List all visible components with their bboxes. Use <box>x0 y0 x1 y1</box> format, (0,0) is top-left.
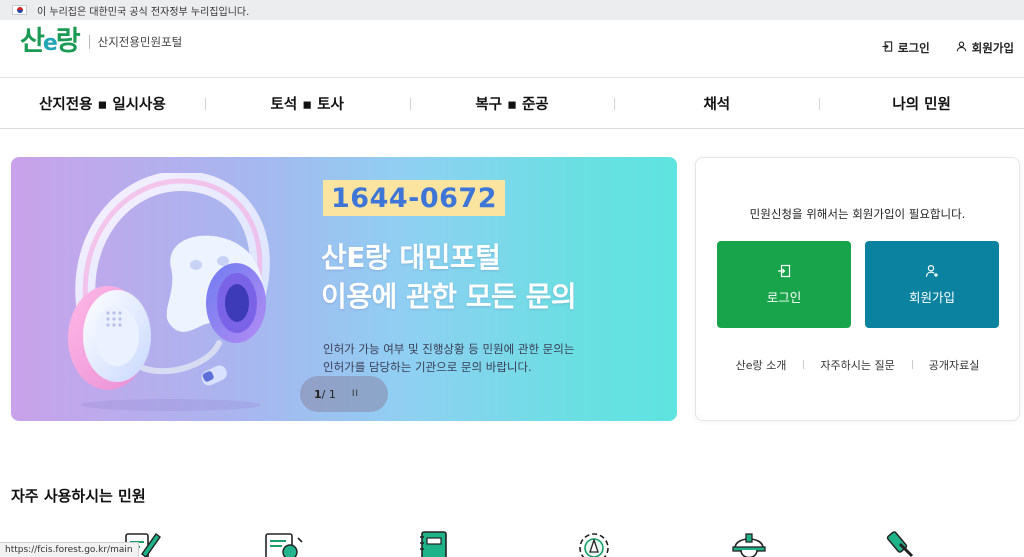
nav-item-quarrying[interactable]: 채석 <box>614 79 819 128</box>
nav-item-forest-conversion[interactable]: 산지전용 ▪ 일시사용 <box>0 79 205 128</box>
status-bar-url: https://fcis.forest.go.kr/main <box>0 542 139 557</box>
login-card: 민원신청을 위해서는 회원가입이 필요합니다. 로그인 회원가입 산e랑 소개 … <box>695 157 1020 421</box>
nav-item-soil-stone[interactable]: 토석 ▪ 토사 <box>204 79 410 128</box>
logo-divider <box>88 34 90 49</box>
add-user-icon <box>925 264 939 281</box>
gov-banner: 이 누리집은 대한민국 공식 전자정부 누리집입니다. <box>0 0 1024 20</box>
hero-desc-line-2: 인허가를 담당하는 기관으로 문의 바랍니다. <box>323 359 532 374</box>
gear-pen-icon[interactable] <box>572 528 616 557</box>
hero-phone-number: 1644-0672 <box>323 180 505 217</box>
header-login-link[interactable]: 로그인 <box>882 40 930 56</box>
nav-item-my-petitions[interactable]: 나의 민원 <box>819 79 1024 128</box>
pause-icon[interactable]: I I <box>352 389 358 399</box>
link-about[interactable]: 산e랑 소개 <box>719 357 804 373</box>
site-header: 산e랑 산지전용민원포털 로그인 회원가입 <box>0 20 1024 78</box>
pager-current: 1 <box>314 387 322 401</box>
utility-menu: 로그인 회원가입 <box>882 40 1014 56</box>
notebook-icon[interactable] <box>416 528 460 557</box>
signup-notice: 민원신청을 위해서는 회원가입이 필요합니다. <box>749 207 966 221</box>
carousel-controls: 1/ 1 I I <box>300 376 388 412</box>
hero-desc-line-1: 인허가 가능 여부 및 진행상황 등 민원에 관한 문의는 <box>323 342 575 356</box>
nav-item-restoration[interactable]: 복구 ▪ 준공 <box>409 79 615 128</box>
login-icon <box>777 264 791 281</box>
gavel-icon[interactable] <box>878 528 922 557</box>
headset-icon <box>68 173 270 411</box>
user-icon <box>956 41 967 55</box>
hero-title-line-1: 산E랑 대민포털 <box>321 241 501 274</box>
hero-description: 인허가 가능 여부 및 진행상황 등 민원에 관한 문의는 인허가를 담당하는 … <box>323 341 574 377</box>
card-quick-links: 산e랑 소개 자주하시는 질문 공개자료실 <box>696 357 1019 373</box>
carousel-pager: 1/ 1 <box>314 388 336 401</box>
join-button-label: 회원가입 <box>908 289 955 305</box>
login-icon <box>882 41 893 55</box>
korea-flag-icon <box>12 5 27 15</box>
logo-subtitle: 산지전용민원포털 <box>97 34 183 49</box>
gov-banner-text: 이 누리집은 대한민국 공식 전자정부 누리집입니다. <box>37 6 250 18</box>
login-button[interactable]: 로그인 <box>717 241 851 328</box>
header-join-link[interactable]: 회원가입 <box>956 40 1014 56</box>
site-logo[interactable]: 산e랑 산지전용민원포털 <box>20 28 182 55</box>
header-join-label: 회원가입 <box>971 41 1014 55</box>
frequent-section-title: 자주 사용하시는 민원 <box>11 487 146 505</box>
worker-helmet-icon[interactable] <box>727 528 771 557</box>
link-public-archive[interactable]: 공개자료실 <box>911 357 997 373</box>
header-login-label: 로그인 <box>897 41 930 55</box>
login-button-label: 로그인 <box>766 289 802 305</box>
join-button[interactable]: 회원가입 <box>865 241 999 328</box>
hero-title: 산E랑 대민포털 이용에 관한 모든 문의 <box>321 239 577 316</box>
certificate-icon[interactable] <box>262 528 306 557</box>
hero-banner[interactable]: 1644-0672 산E랑 대민포털 이용에 관한 모든 문의 인허가 가능 여… <box>11 157 677 421</box>
hero-title-line-2: 이용에 관한 모든 문의 <box>321 279 577 313</box>
pager-total: / 1 <box>321 387 336 401</box>
logo-mark: 산e랑 <box>20 26 81 57</box>
main-navigation: 산지전용 ▪ 일시사용 토석 ▪ 토사 복구 ▪ 준공 채석 나의 민원 <box>0 79 1024 129</box>
link-faq[interactable]: 자주하시는 질문 <box>803 357 911 373</box>
